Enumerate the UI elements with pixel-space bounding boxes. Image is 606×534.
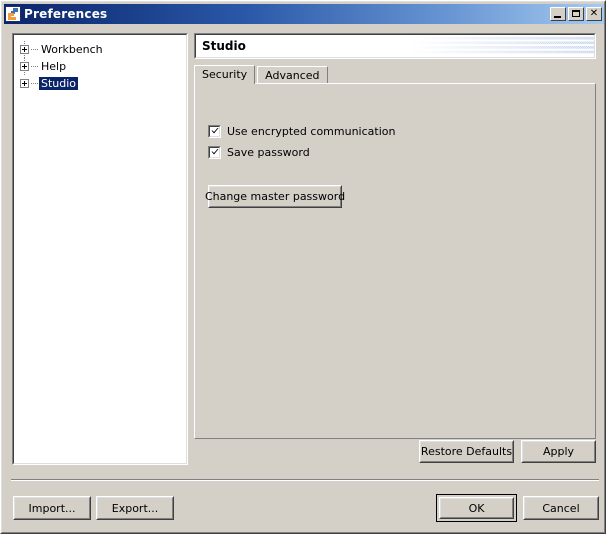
sidebar-item-label: Help bbox=[41, 60, 67, 73]
checkbox-label: Save password bbox=[227, 146, 310, 159]
window-inner-frame: Preferences ✕ Workbench Help Studio Stud… bbox=[1, 1, 605, 533]
title-bar[interactable]: Preferences ✕ bbox=[4, 4, 604, 24]
checkmark-icon bbox=[211, 149, 219, 155]
expand-plus-icon[interactable] bbox=[20, 62, 29, 71]
tree-dotted-link bbox=[31, 66, 38, 67]
checkbox-label: Use encrypted communication bbox=[227, 125, 396, 138]
tab-advanced[interactable]: Advanced bbox=[257, 66, 328, 84]
page-title: Studio bbox=[202, 39, 246, 53]
preferences-dialog: Preferences ✕ Workbench Help Studio Stud… bbox=[0, 0, 606, 534]
checkmark-icon bbox=[211, 128, 219, 134]
tab-security[interactable]: Security bbox=[194, 65, 256, 84]
maximize-button[interactable] bbox=[568, 7, 584, 21]
change-master-password-button[interactable]: Change master password bbox=[205, 185, 345, 208]
change-master-password-label: Change master password bbox=[205, 186, 345, 207]
close-glyph: ✕ bbox=[589, 8, 599, 19]
tree-dotted-link bbox=[31, 83, 38, 84]
checkbox-box[interactable] bbox=[208, 146, 221, 159]
preference-page: Studio Security Advanced Use encrypted c… bbox=[194, 33, 596, 465]
export-label: Export... bbox=[97, 497, 173, 519]
ok-label: OK bbox=[440, 498, 513, 518]
checkbox-use-encrypted-communication[interactable]: Use encrypted communication bbox=[208, 125, 395, 138]
apply-button[interactable]: Apply bbox=[521, 440, 596, 463]
expand-plus-icon[interactable] bbox=[20, 45, 29, 54]
apply-label: Apply bbox=[522, 441, 595, 462]
sidebar-item-label: Workbench bbox=[41, 43, 103, 56]
sidebar-item-workbench[interactable]: Workbench bbox=[20, 41, 186, 58]
tab-bar[interactable]: Security Advanced bbox=[194, 65, 596, 84]
close-icon[interactable]: ✕ bbox=[586, 7, 602, 21]
checkbox-save-password[interactable]: Save password bbox=[208, 146, 310, 159]
ok-button-default-frame: OK bbox=[436, 494, 517, 522]
page-header-bar: Studio bbox=[194, 33, 596, 59]
ok-button[interactable]: OK bbox=[439, 497, 514, 519]
restore-defaults-label: Restore Defaults bbox=[420, 441, 513, 462]
checkbox-box[interactable] bbox=[208, 125, 221, 138]
window-title: Preferences bbox=[24, 7, 108, 21]
minimize-button[interactable] bbox=[550, 7, 566, 21]
page-action-buttons: Restore Defaults Apply bbox=[194, 440, 596, 464]
page-header-inner: Studio bbox=[195, 34, 595, 58]
tab-content-security: Use encrypted communication Save passwor… bbox=[194, 83, 596, 439]
import-button[interactable]: Import... bbox=[13, 496, 91, 520]
eclipse-icon bbox=[5, 6, 21, 22]
preferences-tree[interactable]: Workbench Help Studio bbox=[13, 34, 187, 464]
header-stripes-decoration bbox=[409, 35, 594, 57]
restore-defaults-button[interactable]: Restore Defaults bbox=[419, 440, 514, 463]
expand-plus-icon[interactable] bbox=[20, 79, 29, 88]
import-label: Import... bbox=[14, 497, 90, 519]
tree-dotted-link bbox=[31, 49, 38, 50]
export-button[interactable]: Export... bbox=[96, 496, 174, 520]
cancel-button[interactable]: Cancel bbox=[523, 496, 599, 520]
sidebar-item-label: Studio bbox=[39, 77, 79, 90]
cancel-label: Cancel bbox=[524, 497, 598, 519]
sidebar-item-studio[interactable]: Studio bbox=[20, 75, 186, 92]
sidebar-item-help[interactable]: Help bbox=[20, 58, 186, 75]
preferences-tree-panel: Workbench Help Studio bbox=[12, 33, 188, 465]
footer-divider bbox=[11, 479, 599, 481]
